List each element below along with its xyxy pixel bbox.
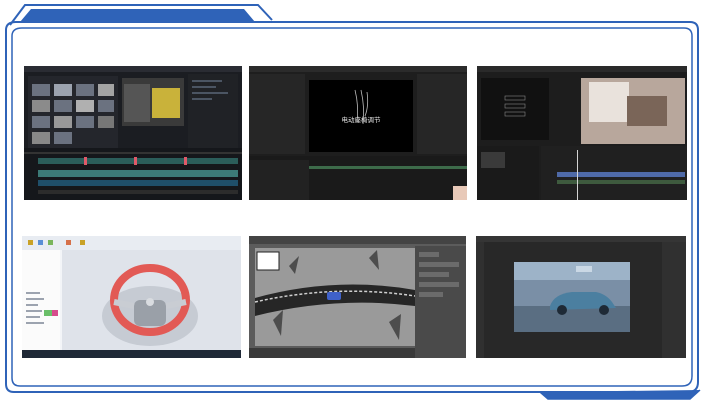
screenshot-3ds-max [249, 236, 466, 358]
premiere-image [477, 66, 687, 200]
3ds-max-image [249, 236, 466, 358]
steering-wheel-image [22, 236, 241, 358]
photoshop-image [476, 236, 686, 358]
screenshot-after-effects: 电动座椅调节 [249, 66, 467, 200]
screenshot-photoshop [476, 236, 686, 358]
video-editor-image [24, 66, 242, 200]
screenshot-video-editor [24, 66, 242, 200]
screenshot-premiere [477, 66, 687, 200]
after-effects-caption: 电动座椅调节 [342, 115, 382, 124]
screenshot-steering-wheel [22, 236, 241, 358]
after-effects-image: 电动座椅调节 [249, 66, 467, 200]
